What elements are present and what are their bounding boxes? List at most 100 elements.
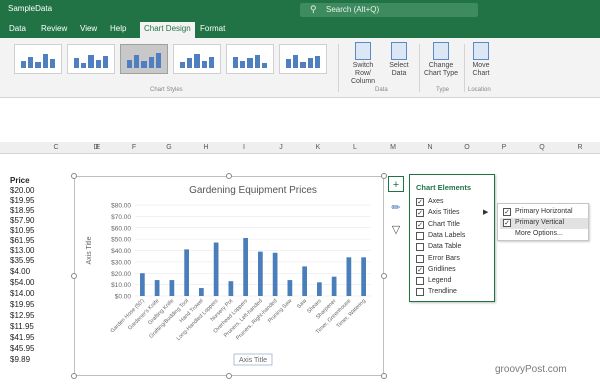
price-cell[interactable]: $61.95: [10, 236, 34, 245]
checkbox[interactable]: [416, 231, 424, 240]
switch-row-column-icon: [355, 42, 371, 60]
chart-styles-button[interactable]: ✏: [388, 200, 404, 216]
bar-chart: Gardening Equipment Prices $0.00 $10.00 $20…: [86, 185, 371, 366]
tab-help[interactable]: Help: [110, 24, 126, 33]
change-chart-type-button[interactable]: Change Chart Type: [422, 42, 460, 78]
type-group-label: Type: [436, 87, 450, 93]
resize-handle[interactable]: [381, 273, 387, 279]
bar: [199, 288, 204, 296]
switch-row-column-button[interactable]: Switch Row/ Column: [345, 42, 381, 86]
column-header[interactable]: L: [349, 142, 361, 154]
column-header[interactable]: N: [424, 142, 436, 154]
price-cell[interactable]: $4.00: [10, 267, 30, 276]
column-header[interactable]: F: [128, 142, 140, 154]
chart-object[interactable]: Gardening Equipment Prices $0.00 $10.00 $20…: [74, 176, 384, 376]
tab-format[interactable]: Format: [200, 24, 225, 33]
column-header[interactable]: M: [387, 142, 399, 154]
bar: [287, 280, 293, 296]
y-tick-label: $30.00: [111, 259, 131, 266]
y-tick-label: $70.00: [111, 214, 131, 221]
column-header[interactable]: O: [461, 142, 473, 154]
window-title: SampleData: [8, 4, 53, 13]
price-cell[interactable]: $20.00: [10, 186, 34, 195]
chart-filters-button[interactable]: ▽: [388, 222, 404, 238]
price-cell[interactable]: $19.95: [10, 196, 34, 205]
axis-title-option[interactable]: ✓ Primary Horizontal: [500, 207, 588, 218]
axis-titles-submenu: ✓ Primary Horizontal ✓ Primary Vertical More…: [497, 203, 589, 241]
price-cell[interactable]: $9.89: [10, 355, 30, 364]
chart-element-label: Error Bars: [428, 254, 460, 262]
tab-chart-design[interactable]: Chart Design: [140, 22, 195, 38]
caret-right-icon[interactable]: ▶: [483, 208, 488, 216]
price-cell[interactable]: $19.95: [10, 300, 34, 309]
checkbox[interactable]: [416, 243, 424, 252]
price-cell[interactable]: $57.90: [10, 216, 34, 225]
chart-style-1[interactable]: [14, 44, 62, 74]
checkbox[interactable]: ✓: [503, 208, 511, 216]
move-chart-label: Move: [472, 62, 490, 69]
chart-elements-button[interactable]: +: [388, 176, 404, 192]
resize-handle[interactable]: [71, 173, 77, 179]
price-header[interactable]: Price: [10, 176, 30, 185]
bar: [258, 251, 263, 296]
tab-view[interactable]: View: [80, 24, 97, 33]
axis-title-option[interactable]: ✓ Primary Vertical: [500, 218, 588, 229]
price-cell[interactable]: $12.95: [10, 311, 34, 320]
column-header[interactable]: E: [92, 142, 104, 154]
price-cell[interactable]: $14.00: [10, 289, 34, 298]
y-tick-label: $50.00: [111, 237, 131, 244]
axis-title-option-label: More Options...: [515, 230, 563, 237]
column-header[interactable]: C: [50, 142, 62, 154]
column-header[interactable]: Q: [536, 142, 548, 154]
axis-title-option[interactable]: More Options...: [500, 229, 588, 240]
price-cell[interactable]: $41.95: [10, 333, 34, 342]
column-header[interactable]: P: [498, 142, 510, 154]
price-cell[interactable]: $13.00: [10, 246, 34, 255]
column-header[interactable]: J: [275, 142, 287, 154]
resize-handle[interactable]: [71, 273, 77, 279]
bar: [346, 257, 352, 296]
column-header[interactable]: R: [574, 142, 586, 154]
price-cell[interactable]: $45.95: [10, 344, 34, 353]
checkbox[interactable]: [416, 277, 424, 286]
chart-style-2[interactable]: [67, 44, 115, 74]
chart-style-6[interactable]: [279, 44, 327, 74]
resize-handle[interactable]: [381, 173, 387, 179]
tab-data[interactable]: Data: [9, 24, 26, 33]
checkbox[interactable]: [416, 288, 424, 297]
ribbon: Chart Styles Switch Row/ Column Select D…: [0, 38, 600, 98]
checkbox[interactable]: ✓: [416, 198, 424, 206]
resize-handle[interactable]: [381, 373, 387, 379]
chart-style-3[interactable]: [120, 44, 168, 74]
price-cell[interactable]: $11.95: [10, 322, 34, 331]
search-icon: ⚲: [310, 4, 317, 14]
checkbox[interactable]: [416, 254, 424, 263]
resize-handle[interactable]: [226, 373, 232, 379]
search-box[interactable]: ⚲ Search (Alt+Q): [300, 3, 478, 17]
price-cell[interactable]: $35.95: [10, 256, 34, 265]
checkbox[interactable]: ✓: [503, 219, 511, 227]
column-header[interactable]: K: [312, 142, 324, 154]
price-cell[interactable]: $54.00: [10, 278, 34, 287]
column-header[interactable]: G: [163, 142, 175, 154]
chart-style-5[interactable]: [226, 44, 274, 74]
chart-style-4[interactable]: [173, 44, 221, 74]
tab-review[interactable]: Review: [41, 24, 67, 33]
checkbox[interactable]: ✓: [416, 220, 424, 229]
switch-row-column-label: Switch Row/: [352, 62, 374, 77]
column-header[interactable]: H: [200, 142, 212, 154]
column-header[interactable]: I: [238, 142, 250, 154]
move-chart-button[interactable]: Move Chart: [467, 42, 495, 78]
axis-title-option-label: Primary Horizontal: [515, 208, 573, 215]
bar: [184, 249, 189, 296]
resize-handle[interactable]: [226, 173, 232, 179]
axis-title-option-label: Primary Vertical: [515, 219, 565, 226]
chart-title: Gardening Equipment Prices: [189, 185, 317, 196]
checkbox[interactable]: ✓: [416, 265, 424, 274]
select-data-button[interactable]: Select Data: [384, 42, 414, 78]
group-separator: [338, 44, 339, 92]
price-cell[interactable]: $10.95: [10, 226, 34, 235]
checkbox[interactable]: ✓: [416, 209, 424, 218]
price-cell[interactable]: $18.95: [10, 206, 34, 215]
resize-handle[interactable]: [71, 373, 77, 379]
